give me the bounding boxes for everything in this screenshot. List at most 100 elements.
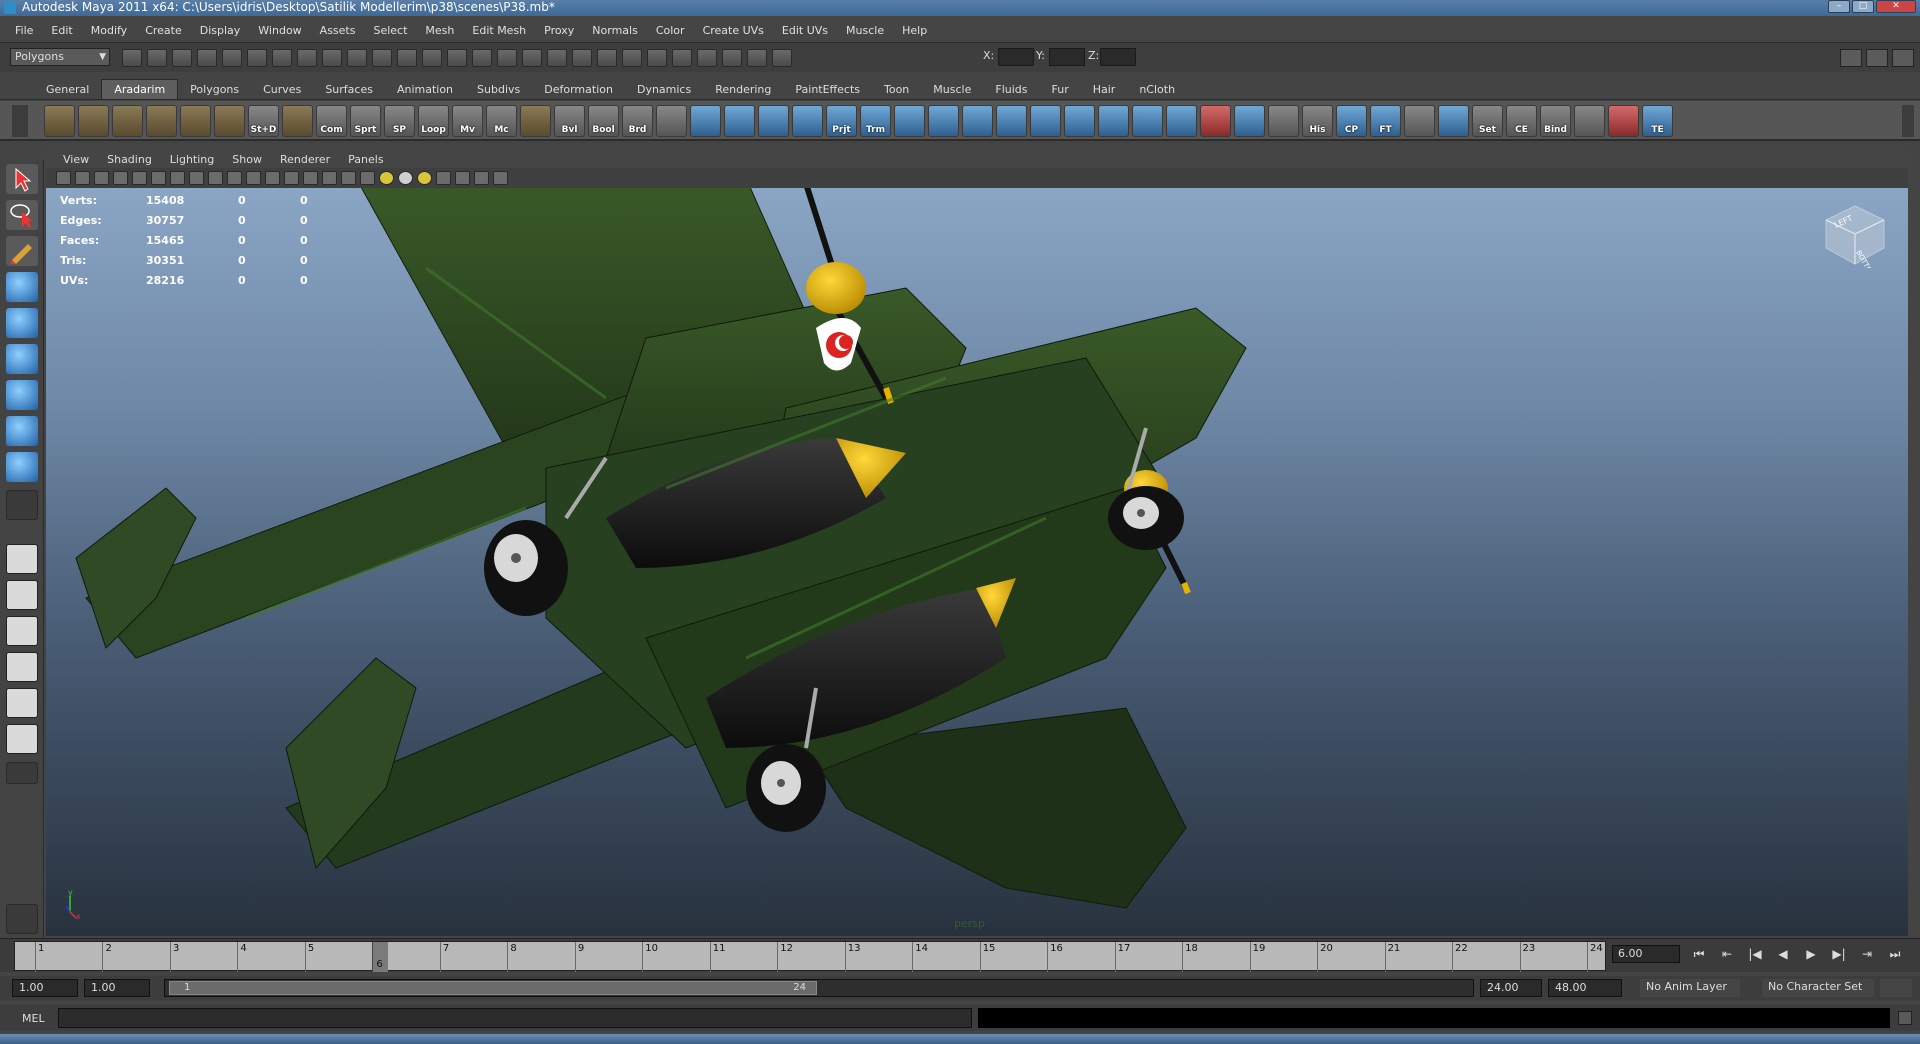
xray-joints-icon[interactable] <box>474 171 489 185</box>
toggle-channel-box-icon[interactable] <box>1892 49 1914 67</box>
scale-tool-icon[interactable] <box>6 344 38 374</box>
shelf-tab-aradarim[interactable]: Aradarim <box>101 79 179 99</box>
shelf-button-icon[interactable]: Set <box>1472 105 1503 137</box>
backface-culling-icon[interactable] <box>493 171 508 185</box>
panel-menu-view[interactable]: View <box>54 153 98 166</box>
shelf-menu-handle[interactable] <box>12 105 28 137</box>
shelf-tab-curves[interactable]: Curves <box>251 80 313 99</box>
shelf-button-icon[interactable] <box>1574 105 1605 137</box>
shelf-button-icon[interactable] <box>996 105 1027 137</box>
new-scene-icon[interactable] <box>122 49 142 67</box>
menu-modify[interactable]: Modify <box>82 24 136 37</box>
current-frame-marker[interactable]: 6 <box>372 942 389 972</box>
ipr-render-icon[interactable] <box>572 49 592 67</box>
wireframe-icon[interactable] <box>303 171 318 185</box>
hypershade-icon[interactable] <box>622 49 642 67</box>
shelf-button-icon[interactable]: SP <box>384 105 415 137</box>
shelf-tab-polygons[interactable]: Polygons <box>178 80 251 99</box>
minimize-button[interactable]: – <box>1828 0 1850 13</box>
shelf-button-icon[interactable]: Trm <box>860 105 891 137</box>
perspective-viewport[interactable]: Verts: 15408 0 0 Edges: 30757 0 0 Faces:… <box>46 188 1908 936</box>
shelf-button-icon[interactable] <box>1098 105 1129 137</box>
step-back-key-button[interactable]: ⇤ <box>1718 947 1736 961</box>
open-scene-icon[interactable] <box>147 49 167 67</box>
snap-point-icon[interactable] <box>347 49 367 67</box>
film-gate-icon[interactable] <box>189 171 204 185</box>
select-component-icon[interactable] <box>247 49 267 67</box>
shelf-button-icon[interactable] <box>792 105 823 137</box>
time-ruler[interactable]: 1234567891011121314151617181920212223246 <box>14 941 1606 972</box>
snap-curve-icon[interactable] <box>322 49 342 67</box>
shelf-button-icon[interactable] <box>1132 105 1163 137</box>
menu-help[interactable]: Help <box>893 24 936 37</box>
shelf-button-icon[interactable] <box>928 105 959 137</box>
toggle-tool-settings-icon[interactable] <box>1866 49 1888 67</box>
grid-icon[interactable] <box>170 171 185 185</box>
shelf-tab-general[interactable]: General <box>34 80 101 99</box>
close-button[interactable]: ✕ <box>1876 0 1916 13</box>
shelf-tab-ncloth[interactable]: nCloth <box>1127 80 1187 99</box>
shelf-button-icon[interactable] <box>1030 105 1061 137</box>
shelf-button-icon[interactable] <box>520 105 551 137</box>
shelf-button-icon[interactable]: Mc <box>486 105 517 137</box>
menu-select[interactable]: Select <box>364 24 416 37</box>
shelf-button-icon[interactable]: Com <box>316 105 347 137</box>
menu-window[interactable]: Window <box>249 24 310 37</box>
make-live-icon[interactable] <box>397 49 417 67</box>
safe-action-icon[interactable] <box>265 171 280 185</box>
shelf-button-icon[interactable] <box>1064 105 1095 137</box>
shelf-button-icon[interactable]: CE <box>1506 105 1537 137</box>
menu-muscle[interactable]: Muscle <box>837 24 893 37</box>
shelf-button-icon[interactable]: Bool <box>588 105 619 137</box>
paint-select-tool-icon[interactable] <box>6 236 38 266</box>
menu-edit-uvs[interactable]: Edit UVs <box>773 24 837 37</box>
shelf-button-icon[interactable] <box>1608 105 1639 137</box>
four-view-layout-icon[interactable] <box>6 580 38 610</box>
shelf-button-icon[interactable] <box>1404 105 1435 137</box>
use-all-lights-icon[interactable] <box>379 171 394 185</box>
view-cube[interactable]: LEFT BOTTOM <box>1822 202 1888 279</box>
shelf-button-icon[interactable] <box>758 105 789 137</box>
shelf-button-icon[interactable]: Loop <box>418 105 449 137</box>
y-field[interactable] <box>1049 48 1085 66</box>
shelf-button-icon[interactable] <box>690 105 721 137</box>
snap-view-plane-icon[interactable] <box>372 49 392 67</box>
animation-end-field[interactable]: 48.00 <box>1548 979 1622 997</box>
wireframe-on-shaded-icon[interactable] <box>341 171 356 185</box>
shelf-tab-dynamics[interactable]: Dynamics <box>625 80 703 99</box>
play-forwards-button[interactable]: ▶ <box>1802 947 1820 961</box>
shelf-scrollbar[interactable] <box>1902 105 1914 137</box>
gate-mask-icon[interactable] <box>227 171 242 185</box>
shelf-button-icon[interactable] <box>146 105 177 137</box>
select-object-icon[interactable] <box>222 49 242 67</box>
menu-display[interactable]: Display <box>191 24 250 37</box>
script-editor-icon[interactable] <box>1898 1011 1912 1025</box>
shelf-button-icon[interactable]: Mv <box>452 105 483 137</box>
menu-set-dropdown[interactable]: Polygons ▼ <box>10 48 110 66</box>
move-tool-icon[interactable] <box>6 272 38 302</box>
x-field[interactable] <box>998 48 1034 66</box>
shelf-tab-fluids[interactable]: Fluids <box>983 80 1039 99</box>
shelf-tab-painteffects[interactable]: PaintEffects <box>783 80 872 99</box>
shelf-button-icon[interactable] <box>1200 105 1231 137</box>
current-time-field[interactable]: 6.00 <box>1612 945 1680 963</box>
persp-hypershade-layout-icon[interactable] <box>6 688 38 718</box>
playback-end-field[interactable]: 24.00 <box>1480 979 1542 997</box>
select-hierarchy-icon[interactable] <box>197 49 217 67</box>
shelf-button-icon[interactable] <box>44 105 75 137</box>
select-camera-icon[interactable] <box>56 171 71 185</box>
absolute-transform-icon[interactable] <box>772 49 792 67</box>
shelf-tab-rendering[interactable]: Rendering <box>703 80 783 99</box>
step-back-frame-button[interactable]: |◀ <box>1746 947 1764 961</box>
two-d-pan-zoom-icon[interactable] <box>132 171 147 185</box>
quick-layout-icon[interactable] <box>6 904 38 934</box>
persp-graph-layout-icon[interactable] <box>6 652 38 682</box>
show-manipulator-icon[interactable] <box>6 452 38 482</box>
shelf-tab-fur[interactable]: Fur <box>1040 80 1081 99</box>
shelf-button-icon[interactable]: St+D <box>248 105 279 137</box>
grease-pencil-icon[interactable] <box>151 171 166 185</box>
shelf-button-icon[interactable] <box>1268 105 1299 137</box>
image-plane-icon[interactable] <box>113 171 128 185</box>
shelf-button-icon[interactable] <box>180 105 211 137</box>
play-backwards-button[interactable]: ◀ <box>1774 947 1792 961</box>
